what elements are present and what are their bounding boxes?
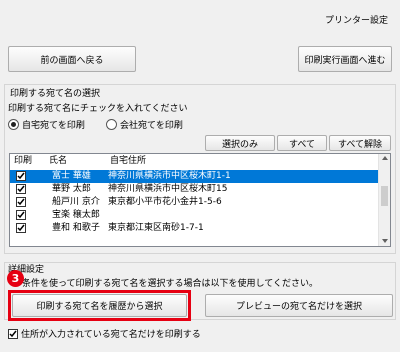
radio-company[interactable]: 会社宛てを印刷	[106, 118, 183, 131]
row-address: 神奈川県横浜市中区桜木町15	[108, 184, 228, 194]
row-name: 華野 太郎	[52, 184, 91, 194]
select-preview-only-button[interactable]: プレビューの宛て名だけを選択	[205, 294, 393, 317]
select-from-history-button[interactable]: 印刷する宛て名を履歴から選択	[12, 294, 187, 317]
proceed-to-print-button[interactable]: 印刷実行画面へ進む	[298, 46, 392, 72]
row-checkbox[interactable]	[16, 223, 26, 233]
radio-home[interactable]: 自宅宛てを印刷	[8, 118, 85, 131]
step-3-badge: 3	[7, 270, 24, 287]
selection-instruction: 印刷する宛て名にチェックを入れてください	[8, 104, 188, 114]
radio-company-indicator[interactable]	[106, 119, 117, 130]
row-address: 神奈川県横浜市中区桜木町1-1	[108, 171, 231, 181]
row-name: 宝楽 穣太郎	[52, 210, 100, 220]
row-name: 船戸川 京介	[52, 197, 100, 207]
window-title: プリンター設定	[324, 16, 388, 26]
step-number: 3	[11, 272, 20, 285]
address-only-option[interactable]: 住所が入力されている宛て名だけを印刷する	[8, 327, 201, 340]
row-name: 豊和 和歌子	[52, 223, 100, 233]
radio-home-label: 自宅宛てを印刷	[22, 121, 85, 131]
address-list[interactable]: 印刷 氏名 自宅住所 富士 華雄 神奈川県横浜市中区桜木町1-1 華野 太郎 神…	[9, 153, 391, 247]
column-header-name[interactable]: 氏名	[49, 154, 67, 168]
list-item[interactable]: 華野 太郎 神奈川県横浜市中区桜木町15	[10, 183, 379, 196]
row-name: 富士 華雄	[52, 171, 91, 181]
row-address: 東京都小平市花小金井1-5-6	[108, 197, 222, 207]
selection-group-title: 印刷する宛て名の選択	[8, 86, 103, 99]
scroll-thumb[interactable]	[381, 186, 388, 206]
list-item[interactable]: 富士 華雄 神奈川県横浜市中区桜木町1-1	[10, 170, 379, 183]
radio-home-indicator[interactable]	[8, 119, 19, 130]
address-only-label: 住所が入力されている宛て名だけを印刷する	[21, 330, 201, 340]
back-button[interactable]: 前の画面へ戻る	[8, 46, 136, 72]
select-all-button[interactable]: すべて	[277, 135, 327, 151]
row-checkbox[interactable]	[16, 184, 26, 194]
row-checkbox[interactable]	[16, 171, 26, 181]
address-only-checkbox[interactable]	[8, 328, 18, 339]
row-checkbox[interactable]	[16, 210, 26, 220]
list-item[interactable]: 豊和 和歌子 東京都江東区南砂1-7-1	[10, 222, 379, 235]
clear-all-button[interactable]: すべて解除	[329, 135, 391, 151]
select-only-button[interactable]: 選択のみ	[205, 135, 275, 151]
column-header-address[interactable]: 自宅住所	[110, 154, 146, 168]
radio-company-label: 会社宛てを印刷	[120, 121, 183, 131]
list-scrollbar[interactable]	[378, 154, 390, 246]
list-item[interactable]: 船戸川 京介 東京都小平市花小金井1-5-6	[10, 196, 379, 209]
row-address: 東京都江東区南砂1-7-1	[108, 223, 204, 233]
row-checkbox[interactable]	[16, 197, 26, 207]
scroll-down-arrow-icon[interactable]	[382, 239, 388, 243]
scroll-up-arrow-icon[interactable]	[382, 156, 388, 160]
details-description: 条件を使って印刷する宛て名を選択する場合は以下を使用してください。	[22, 279, 319, 289]
column-header-print[interactable]: 印刷	[14, 154, 32, 168]
list-item[interactable]: 宝楽 穣太郎	[10, 209, 379, 222]
